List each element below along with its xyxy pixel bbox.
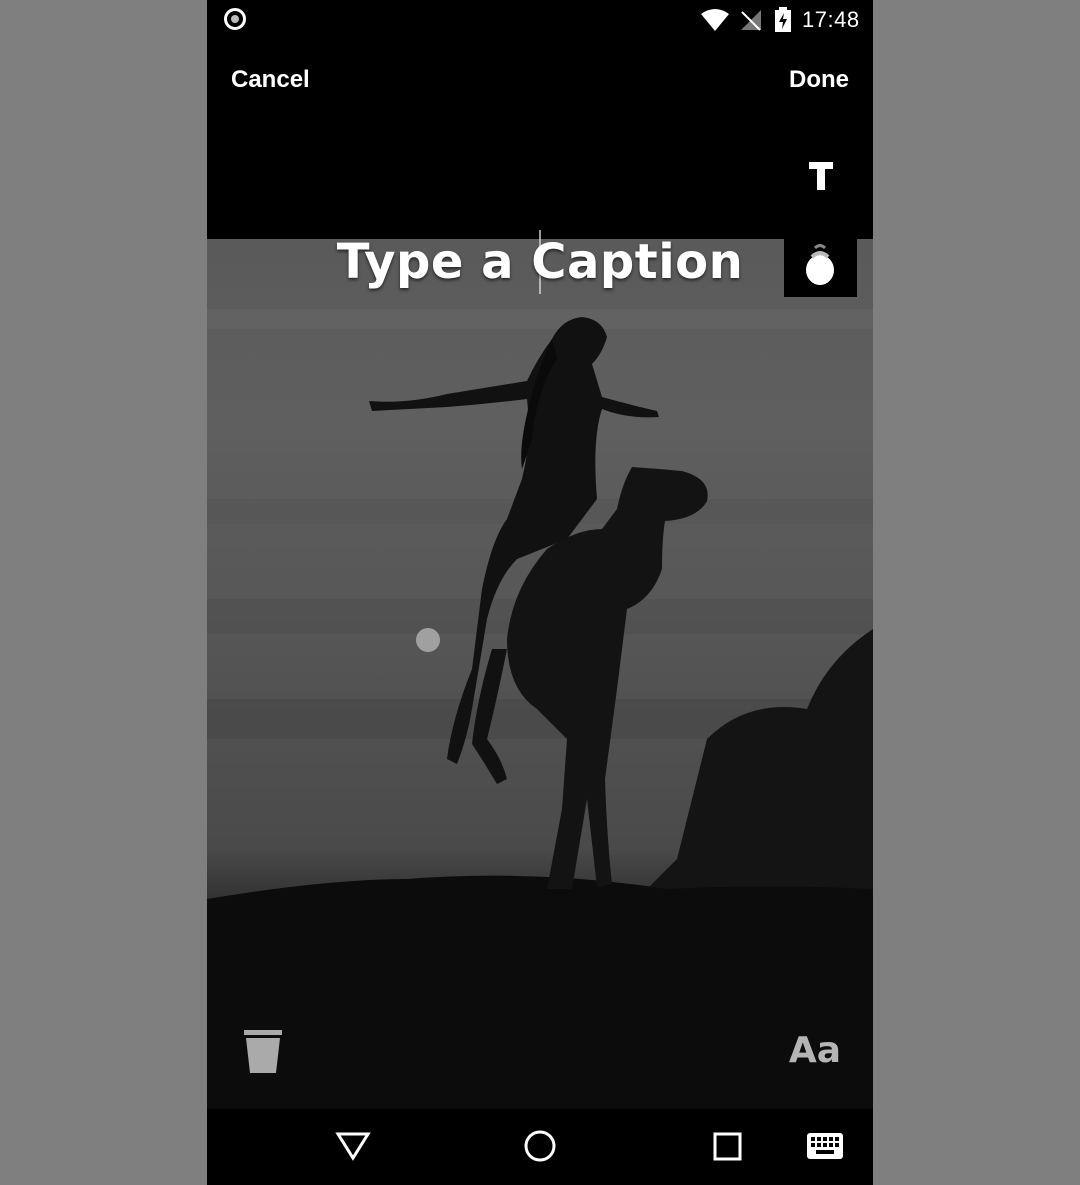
no-signal-icon xyxy=(741,10,761,31)
navigation-bar xyxy=(207,1109,873,1185)
done-button[interactable]: Done xyxy=(789,66,849,94)
recents-icon[interactable] xyxy=(713,1132,743,1162)
back-icon[interactable] xyxy=(335,1130,371,1162)
battery-charging-icon xyxy=(775,7,791,32)
couple-silhouette-image xyxy=(207,309,873,1109)
caption-input[interactable]: Type a Caption xyxy=(207,234,873,290)
photo-canvas[interactable] xyxy=(207,239,873,1109)
status-bar: 17:48 xyxy=(207,0,873,40)
record-indicator-icon xyxy=(224,8,246,30)
font-style-button[interactable]: Aa xyxy=(789,1030,841,1071)
status-time: 17:48 xyxy=(802,7,860,32)
trash-icon[interactable] xyxy=(243,1027,283,1075)
phone-screen: 17:48 Cancel Done Type a Caption Aa xyxy=(207,0,873,1185)
color-picker-button[interactable] xyxy=(784,239,857,297)
text-tool-icon[interactable] xyxy=(803,152,839,196)
color-drop-icon xyxy=(806,244,834,285)
wifi-icon xyxy=(701,9,729,31)
home-icon[interactable] xyxy=(523,1129,557,1163)
keyboard-icon[interactable] xyxy=(807,1133,843,1159)
cancel-button[interactable]: Cancel xyxy=(231,66,310,94)
